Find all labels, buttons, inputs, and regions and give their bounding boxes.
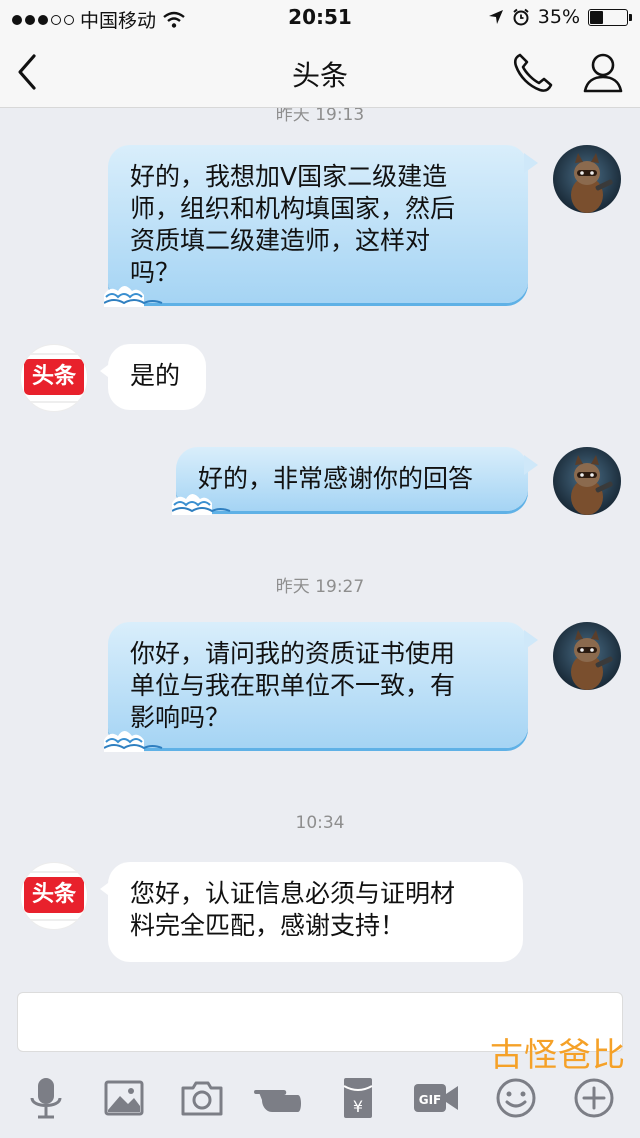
yuan-label: ¥	[353, 1097, 363, 1116]
message-line: 好的，非常感谢你的回答	[198, 464, 474, 493]
poke-icon	[254, 1090, 301, 1112]
message-line: 您好，认证信息必须与证明材	[130, 879, 456, 908]
raccoon-avatar-icon	[571, 455, 613, 515]
wave-decoration-icon	[104, 731, 163, 752]
input-toolbar: ¥ GIF	[0, 1066, 640, 1132]
message-line: 资质填二级建造师，这样对	[130, 226, 431, 255]
battery-icon	[588, 8, 632, 26]
outgoing-message-bubble[interactable]: 你好，请问我的资质证书使用 单位与我在职单位不一致，有 影响吗？	[104, 622, 538, 752]
phone-icon	[513, 53, 553, 92]
gif-label: GIF	[419, 1093, 442, 1107]
message-line: 吗？	[130, 258, 181, 287]
emoji-button[interactable]	[490, 1072, 542, 1124]
message-line: 影响吗？	[130, 703, 231, 732]
voice-button[interactable]	[20, 1072, 72, 1124]
wave-decoration-icon	[172, 494, 231, 515]
user-avatar[interactable]	[553, 447, 621, 515]
chat-area[interactable]: 昨天 19:13 好的，我想加V国家二级建造 师，组织和机构填国家，然后 资质填…	[0, 108, 640, 985]
message-line: 单位与我在职单位不一致，有	[130, 671, 456, 700]
location-arrow-icon	[488, 10, 503, 24]
toutiao-avatar[interactable]: 头条	[20, 862, 88, 930]
wave-decoration-icon	[104, 286, 163, 307]
battery-percent: 35%	[537, 6, 580, 28]
toutiao-logo: 头条	[24, 877, 84, 913]
more-button[interactable]	[568, 1072, 620, 1124]
call-button[interactable]	[510, 51, 556, 95]
microphone-icon	[30, 1078, 62, 1119]
alarm-clock-icon	[513, 8, 529, 26]
toutiao-logo: 头条	[24, 359, 84, 395]
timestamp: 昨天 19:27	[275, 577, 365, 597]
emoji-icon	[496, 1078, 536, 1118]
message-line: 料完全匹配，感谢支持！	[130, 911, 406, 940]
message-line: 师，组织和机构填国家，然后	[130, 194, 456, 223]
incoming-message-bubble[interactable]: 您好，认证信息必须与证明材 料完全匹配，感谢支持！	[100, 862, 523, 962]
user-avatar[interactable]	[553, 145, 621, 213]
timestamp: 昨天 19:13	[275, 108, 365, 125]
person-icon	[583, 53, 623, 93]
toutiao-avatar[interactable]: 头条	[20, 344, 88, 412]
message-line: 你好，请问我的资质证书使用	[130, 639, 456, 668]
plus-icon	[574, 1078, 614, 1118]
profile-button[interactable]	[580, 51, 626, 95]
gif-icon: GIF	[414, 1084, 458, 1112]
raccoon-avatar-icon	[571, 153, 613, 213]
red-packet-button[interactable]: ¥	[332, 1072, 384, 1124]
outgoing-message-bubble[interactable]: 好的，非常感谢你的回答	[172, 447, 538, 515]
raccoon-avatar-icon	[571, 630, 613, 690]
image-icon	[104, 1080, 144, 1116]
photo-button[interactable]	[98, 1072, 150, 1124]
user-avatar[interactable]	[553, 622, 621, 690]
gif-button[interactable]: GIF	[410, 1072, 462, 1124]
timestamp: 10:34	[295, 813, 345, 833]
message-line: 好的，我想加V国家二级建造	[130, 162, 448, 191]
status-bar: 中国移动 20:51 35%	[0, 0, 640, 36]
outgoing-message-bubble[interactable]: 好的，我想加V国家二级建造 师，组织和机构填国家，然后 资质填二级建造师，这样对…	[104, 145, 538, 307]
camera-button[interactable]	[176, 1072, 228, 1124]
message-line: 是的	[130, 361, 181, 390]
nav-bar: 头条	[0, 36, 640, 108]
red-packet-icon: ¥	[343, 1078, 373, 1118]
poke-button[interactable]	[254, 1072, 306, 1124]
status-icons: 35%	[488, 6, 632, 28]
incoming-message-bubble[interactable]: 是的	[100, 344, 206, 410]
camera-icon	[181, 1081, 223, 1116]
